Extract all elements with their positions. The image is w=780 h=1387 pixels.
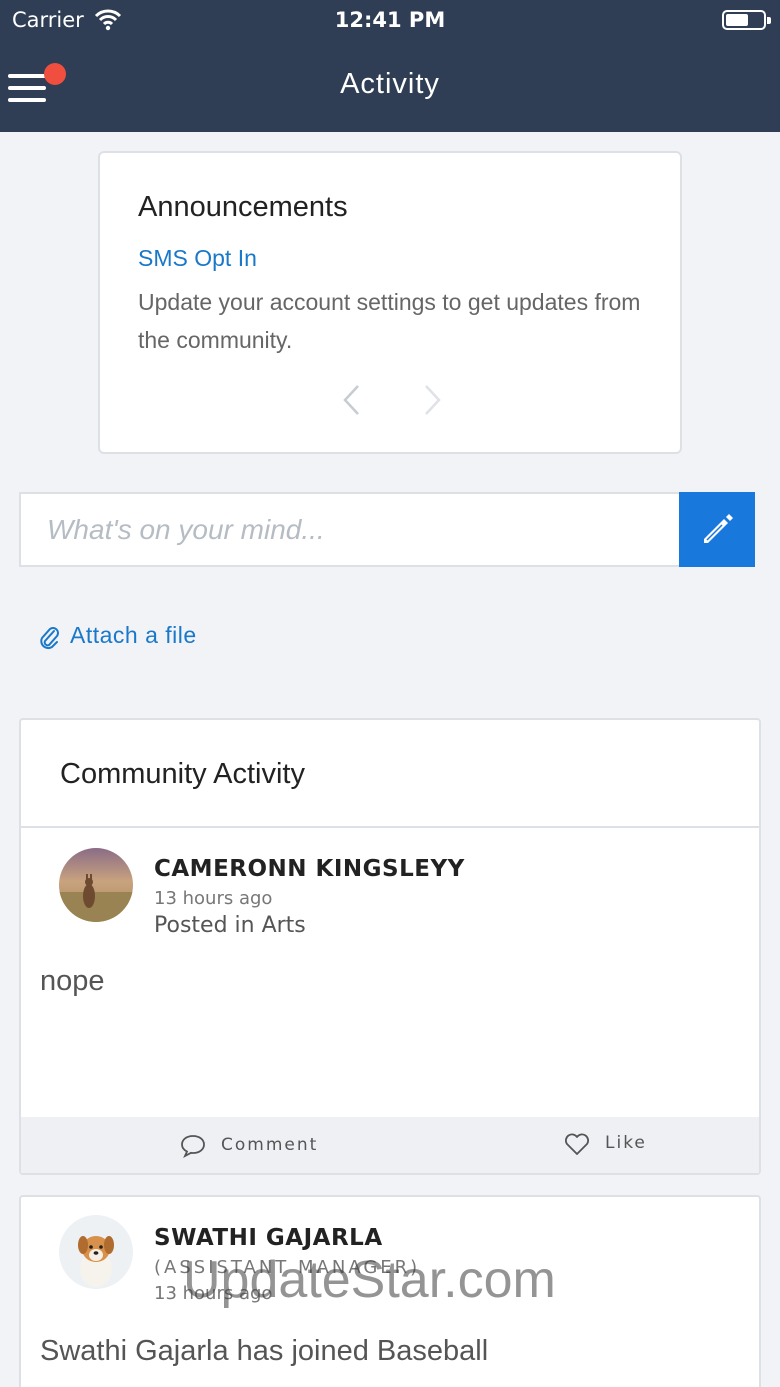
post-input[interactable] xyxy=(21,494,679,565)
community-activity-card: Community Activity CAMERONN KINGSLEYY 13… xyxy=(19,718,761,1175)
avatar[interactable] xyxy=(59,848,133,922)
community-activity-heading: Community Activity xyxy=(60,758,305,790)
announcement-body: Update your account settings to get upda… xyxy=(138,289,641,353)
post-timestamp: 13 hours ago xyxy=(154,1283,273,1304)
announcements-heading: Announcements xyxy=(138,191,348,223)
post-location: Posted in Arts xyxy=(154,913,306,938)
comment-label: Comment xyxy=(221,1135,319,1155)
chevron-right-icon[interactable] xyxy=(420,383,444,421)
card-header: Community Activity xyxy=(21,720,759,828)
battery-icon xyxy=(722,10,771,30)
pencil-icon xyxy=(704,514,733,543)
post-submit-button[interactable] xyxy=(679,492,755,567)
announcement-title-link[interactable]: SMS Opt In xyxy=(138,245,257,272)
post-composer xyxy=(19,492,681,567)
page-title: Activity xyxy=(340,68,440,100)
comment-button[interactable]: Comment xyxy=(179,1133,316,1159)
speech-bubble-icon xyxy=(181,1135,205,1159)
status-bar: Carrier 12:41 PM xyxy=(0,0,780,40)
post-author[interactable]: CAMERONN KINGSLEYY xyxy=(154,856,465,882)
post-body: nope xyxy=(40,965,105,997)
post-author[interactable]: SWATHI GAJARLA xyxy=(154,1225,383,1251)
like-label: Like xyxy=(605,1133,647,1153)
avatar-kangaroo-image xyxy=(59,848,133,922)
clock: 12:41 PM xyxy=(334,8,446,32)
post-actions-bar: Comment Like xyxy=(21,1117,759,1173)
avatar-puppy-image xyxy=(59,1215,133,1289)
author-role: (ASSISTANT MANAGER) xyxy=(154,1257,421,1278)
attach-file-label: Attach a file xyxy=(70,622,197,648)
post-timestamp: 13 hours ago xyxy=(154,888,273,909)
paperclip-icon xyxy=(38,624,60,654)
chevron-left-icon[interactable] xyxy=(340,383,364,421)
post-body: Swathi Gajarla has joined Baseball xyxy=(40,1335,489,1367)
heart-icon xyxy=(565,1133,589,1155)
community-post-card: SWATHI GAJARLA (ASSISTANT MANAGER) 13 ho… xyxy=(19,1195,761,1387)
avatar[interactable] xyxy=(59,1215,133,1289)
announcements-card: Announcements SMS Opt In Update your acc… xyxy=(98,151,682,454)
like-button[interactable]: Like xyxy=(563,1131,645,1157)
nav-bar: Activity xyxy=(0,40,780,132)
